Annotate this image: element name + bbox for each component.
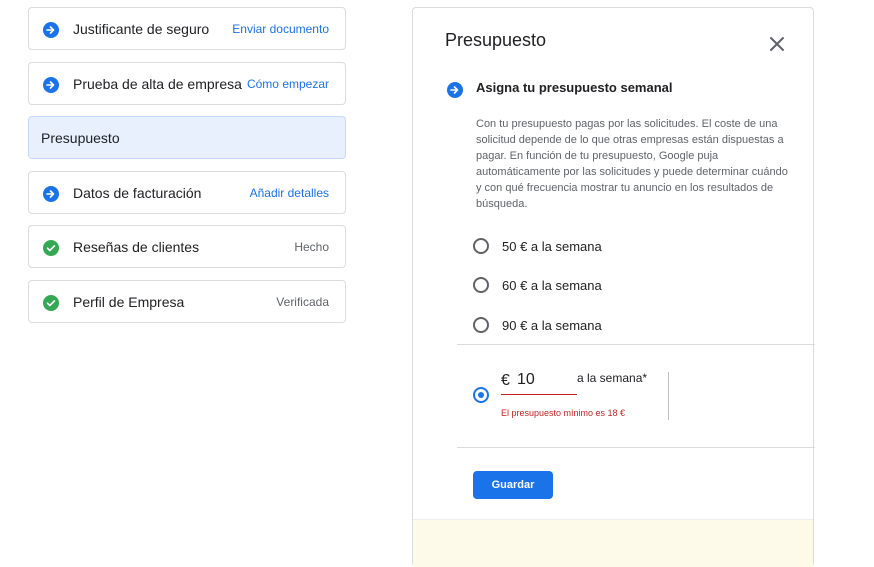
radio-button[interactable] [473, 277, 489, 293]
close-icon[interactable] [767, 34, 787, 54]
custom-budget-input[interactable] [517, 368, 575, 392]
task-insurance[interactable]: Justificante de seguro Enviar documento [28, 7, 346, 50]
budget-option-50[interactable]: 50 € a la semana [473, 236, 602, 256]
divider [457, 447, 815, 448]
check-circle-icon [43, 240, 59, 256]
arrow-right-icon [43, 186, 59, 202]
add-details-link[interactable]: Añadir detalles [250, 186, 329, 200]
task-label: Datos de facturación [73, 184, 202, 201]
divider [457, 344, 815, 345]
task-label: Perfil de Empresa [73, 293, 185, 310]
section-title: Asigna tu presupuesto semanal [476, 80, 673, 95]
vertical-separator [668, 372, 669, 420]
task-billing[interactable]: Datos de facturación Añadir detalles [28, 171, 346, 214]
task-business-profile[interactable]: Perfil de Empresa Verificada [28, 280, 346, 323]
custom-budget-radio[interactable] [473, 387, 489, 403]
task-budget[interactable]: Presupuesto [28, 116, 346, 159]
task-label: Prueba de alta de empresa [73, 75, 242, 92]
currency-symbol: € [501, 372, 510, 389]
status-text: Verificada [276, 294, 329, 309]
status-text: Hecho [294, 239, 329, 254]
arrow-right-icon [447, 82, 463, 98]
section-description: Con tu presupuesto pagas por las solicit… [476, 118, 788, 210]
arrow-right-icon [43, 22, 59, 38]
task-reviews[interactable]: Reseñas de clientes Hecho [28, 225, 346, 268]
check-circle-icon [43, 295, 59, 311]
option-label: 50 € a la semana [502, 238, 602, 254]
error-message: El presupuesto mínimo es 18 € [501, 408, 626, 418]
task-business-registration[interactable]: Prueba de alta de empresa Cómo empezar [28, 62, 346, 105]
radio-button[interactable] [473, 317, 489, 333]
option-label: 60 € a la semana [502, 277, 602, 293]
budget-option-60[interactable]: 60 € a la semana [473, 275, 602, 295]
get-started-link[interactable]: Cómo empezar [247, 77, 329, 91]
task-label: Justificante de seguro [73, 20, 210, 37]
radio-button[interactable] [473, 238, 489, 254]
input-underline [501, 394, 577, 395]
save-button[interactable]: Guardar [473, 471, 553, 499]
task-label: Presupuesto [41, 129, 120, 146]
send-document-link[interactable]: Enviar documento [232, 22, 329, 36]
arrow-right-icon [43, 77, 59, 93]
option-label: 90 € a la semana [502, 317, 602, 333]
budget-panel: Presupuesto Asigna tu presupuesto semana… [412, 7, 815, 567]
task-label: Reseñas de clientes [73, 238, 200, 255]
footer-strip [413, 519, 813, 567]
panel-title: Presupuesto [445, 30, 547, 50]
per-week-label: a la semana* [577, 371, 648, 385]
budget-option-90[interactable]: 90 € a la semana [473, 315, 602, 335]
